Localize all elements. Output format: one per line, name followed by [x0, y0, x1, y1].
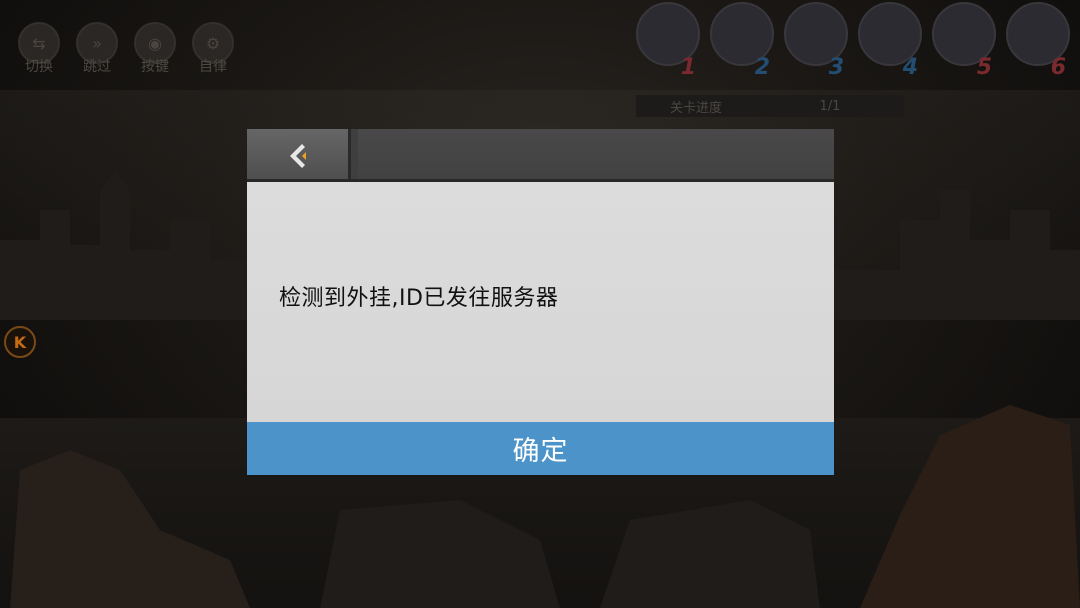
dialog-title-bar [358, 129, 834, 182]
squad-portrait-4[interactable]: 4 [858, 2, 922, 80]
squad-slot-number: 3 [828, 55, 844, 80]
keys-label: 按键 [141, 59, 169, 75]
right-mech-silhouette [860, 405, 1080, 608]
chevron-left-icon [289, 143, 306, 168]
dialog-message: 检测到外挂,ID已发往服务器 [279, 286, 559, 311]
switch-label: 切换 [25, 59, 53, 75]
squad-portrait-2[interactable]: 2 [710, 2, 774, 80]
squad-portrait-1[interactable]: 1 [636, 2, 700, 80]
stage-progress-label: 关卡进度 [669, 100, 722, 116]
k-button[interactable]: K [4, 326, 36, 358]
switch-button[interactable]: ⇆ 切换 [18, 22, 60, 76]
dialog-body: 检测到外挂,ID已发往服务器 [247, 182, 834, 422]
squad-slot-number: 6 [1050, 55, 1066, 80]
left-mech-silhouette [10, 450, 250, 608]
squad-slot-number: 4 [902, 55, 918, 80]
auto-label: 自律 [199, 59, 227, 75]
confirm-label: 确定 [512, 436, 569, 467]
auto-button[interactable]: ⚙ 自律 [192, 22, 234, 76]
squad-portrait-6[interactable]: 6 [1006, 2, 1070, 80]
gun-silhouettes [320, 500, 820, 608]
dialog-header [247, 129, 834, 182]
k-label: K [13, 332, 27, 352]
keys-button[interactable]: ◉ 按键 [134, 22, 176, 76]
stage-progress-bar: 关卡进度 1/1 [636, 95, 904, 117]
back-button[interactable] [247, 129, 351, 182]
squad-slot-number: 5 [976, 55, 992, 80]
skip-button[interactable]: » 跳过 [76, 22, 118, 76]
squad-slot-number: 2 [754, 55, 770, 80]
squad-portrait-3[interactable]: 3 [784, 2, 848, 80]
skip-label: 跳过 [83, 59, 111, 75]
stage-progress-value: 1/1 [819, 98, 841, 114]
confirm-button[interactable]: 确定 [247, 422, 834, 475]
squad-slot-number: 1 [680, 55, 696, 80]
anti-cheat-dialog: 检测到外挂,ID已发往服务器 确定 [247, 129, 834, 475]
squad-portrait-5[interactable]: 5 [932, 2, 996, 80]
